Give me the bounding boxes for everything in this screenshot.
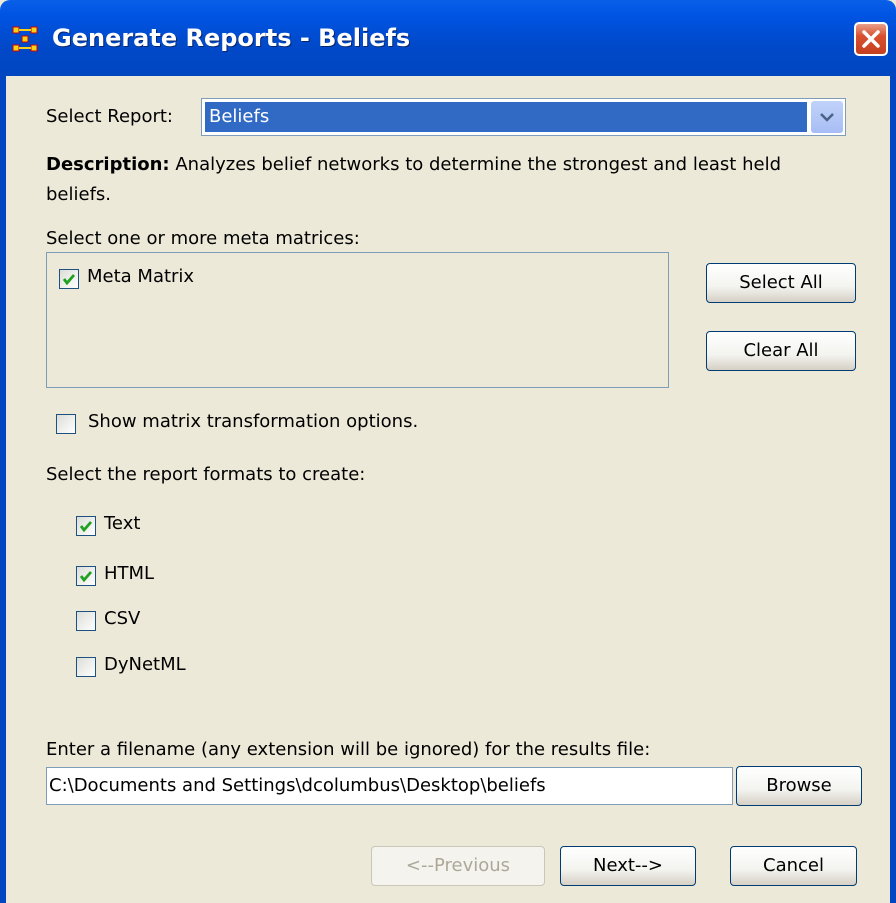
text-format-checkbox[interactable]	[76, 516, 96, 536]
dynetml-format-checkbox[interactable]	[76, 657, 96, 677]
checkmark-icon	[79, 521, 93, 533]
description-prefix: Description:	[46, 154, 170, 175]
next-button[interactable]: Next-->	[560, 846, 696, 886]
close-button[interactable]	[854, 22, 888, 56]
select-all-button[interactable]: Select All	[706, 263, 856, 303]
filename-input[interactable]: C:\Documents and Settings\dcolumbus\Desk…	[46, 767, 733, 805]
transform-options-label: Show matrix transformation options.	[88, 411, 419, 432]
select-report-label: Select Report:	[46, 106, 173, 127]
meta-matrix-list[interactable]: Meta Matrix	[46, 252, 669, 388]
meta-matrix-label: Meta Matrix	[87, 266, 195, 287]
html-format-checkbox[interactable]	[76, 566, 96, 586]
dynetml-format-label: DyNetML	[104, 654, 186, 675]
generate-reports-dialog: Generate Reports - Beliefs Select Report…	[0, 0, 896, 903]
window-border-right	[890, 76, 896, 903]
transform-options-checkbox[interactable]	[56, 414, 76, 434]
chevron-down-icon	[820, 113, 834, 122]
csv-format-checkbox[interactable]	[76, 611, 96, 631]
dropdown-button[interactable]	[811, 101, 843, 133]
checkmark-icon	[79, 571, 93, 583]
formats-label: Select the report formats to create:	[46, 464, 366, 485]
clear-all-button[interactable]: Clear All	[706, 331, 856, 371]
report-description: Description: Analyzes belief networks to…	[46, 150, 846, 210]
previous-button[interactable]: <--Previous	[371, 846, 545, 886]
report-select-value: Beliefs	[205, 102, 807, 132]
filename-label: Enter a filename (any extension will be …	[46, 739, 651, 760]
cancel-button[interactable]: Cancel	[730, 846, 857, 886]
csv-format-label: CSV	[104, 608, 141, 629]
meta-matrices-label: Select one or more meta matrices:	[46, 228, 360, 249]
app-icon	[12, 26, 38, 52]
window-border-left	[0, 76, 6, 903]
close-icon	[862, 30, 880, 48]
window-title: Generate Reports - Beliefs	[52, 24, 411, 52]
report-select[interactable]: Beliefs	[201, 98, 846, 136]
meta-matrix-checkbox[interactable]	[59, 269, 79, 289]
text-format-label: Text	[104, 513, 141, 534]
browse-button[interactable]: Browse	[736, 766, 862, 806]
title-bar[interactable]: Generate Reports - Beliefs	[0, 0, 896, 76]
checkmark-icon	[62, 274, 76, 286]
html-format-label: HTML	[104, 563, 155, 584]
